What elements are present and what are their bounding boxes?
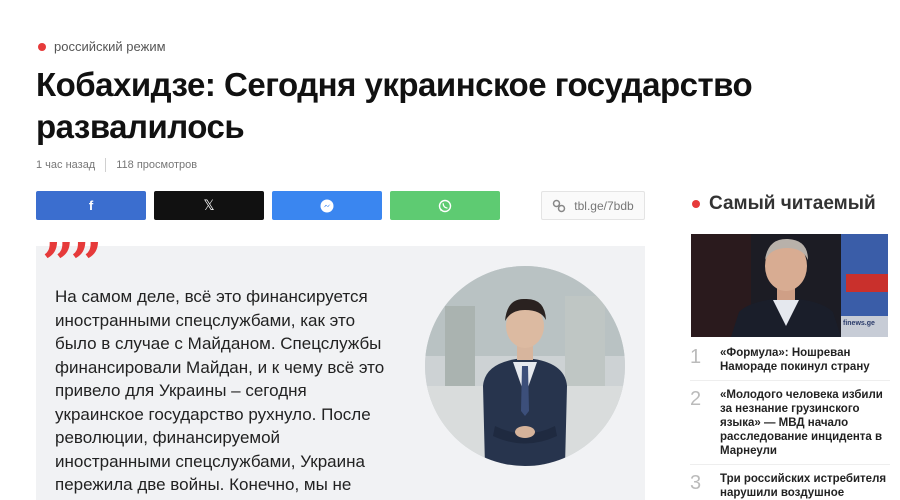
messenger-share-button[interactable] bbox=[272, 191, 382, 220]
article-meta: 1 час назад 118 просмотров bbox=[36, 158, 197, 172]
quote-line: революции, финансируемой bbox=[55, 428, 281, 447]
category-dot-icon bbox=[38, 42, 46, 51]
quote-line: пережила две войны. Конечно, мы не bbox=[55, 475, 352, 494]
quote-line: финансировали Майдан, и к чему всё это bbox=[55, 357, 385, 377]
category-tag[interactable]: российский режим bbox=[38, 39, 166, 54]
quote-line: На самом деле, всё это финансируется bbox=[55, 287, 368, 306]
quote-line: иностранными спецслужбами, как это bbox=[55, 310, 356, 330]
item-rank: 3 bbox=[690, 472, 702, 494]
whatsapp-icon bbox=[438, 199, 452, 212]
quote-line: было в случае с Майданом. Спецслужбы bbox=[55, 334, 382, 353]
most-read-list: 1 «Формула»: Ношреван Намораде покинул с… bbox=[690, 346, 890, 500]
most-read-item[interactable]: 1 «Формула»: Ношреван Намораде покинул с… bbox=[690, 346, 890, 381]
facebook-icon: f bbox=[88, 198, 94, 213]
most-read-heading: Самый читаемый bbox=[692, 193, 876, 215]
heading-dot-icon bbox=[692, 200, 700, 208]
item-headline[interactable]: «Формула»: Ношреван Намораде покинул стр… bbox=[720, 346, 890, 374]
quote-mark-icon: ”” bbox=[42, 231, 102, 297]
item-headline[interactable]: «Молодого человека избили за незнание гр… bbox=[720, 388, 890, 458]
item-rank: 2 bbox=[690, 388, 702, 410]
short-link-text: tbl.ge/7bdb bbox=[574, 198, 634, 213]
view-count: 118 просмотров bbox=[116, 159, 198, 171]
most-read-photo[interactable]: finews.ge bbox=[691, 234, 888, 337]
short-link-button[interactable]: tbl.ge/7bdb bbox=[541, 191, 645, 220]
link-icon bbox=[553, 199, 566, 212]
whatsapp-share-button[interactable] bbox=[390, 191, 500, 220]
x-share-button[interactable]: 𝕏 bbox=[154, 191, 264, 220]
photo-watermark: finews.ge bbox=[843, 320, 875, 327]
article-title: Кобахидзе: Сегодня украинское государств… bbox=[36, 66, 753, 145]
quote-line: привело для Украины – сегодня bbox=[55, 381, 307, 400]
speaker-portrait bbox=[425, 266, 625, 466]
most-read-item[interactable]: 3 Три российских истребителя нарушили во… bbox=[690, 472, 890, 500]
quote-line: украинское государство рухнуло. После bbox=[55, 404, 371, 424]
messenger-icon bbox=[320, 199, 334, 212]
quote-line: иностранными спецслужбами, Украина bbox=[55, 451, 365, 471]
quote-text: На самом деле, всё это финансируется ино… bbox=[55, 285, 405, 497]
x-icon: 𝕏 bbox=[203, 197, 215, 214]
item-headline[interactable]: Три российских истребителя нарушили возд… bbox=[720, 472, 890, 500]
publish-time: 1 час назад bbox=[36, 159, 96, 171]
category-label[interactable]: российский режим bbox=[54, 39, 166, 54]
item-rank: 1 bbox=[690, 346, 702, 368]
most-read-title: Самый читаемый bbox=[709, 193, 876, 214]
facebook-share-button[interactable]: f bbox=[36, 191, 146, 220]
meta-divider bbox=[105, 158, 107, 172]
most-read-item[interactable]: 2 «Молодого человека избили за незнание … bbox=[690, 388, 890, 465]
share-buttons: f 𝕏 bbox=[36, 191, 500, 220]
